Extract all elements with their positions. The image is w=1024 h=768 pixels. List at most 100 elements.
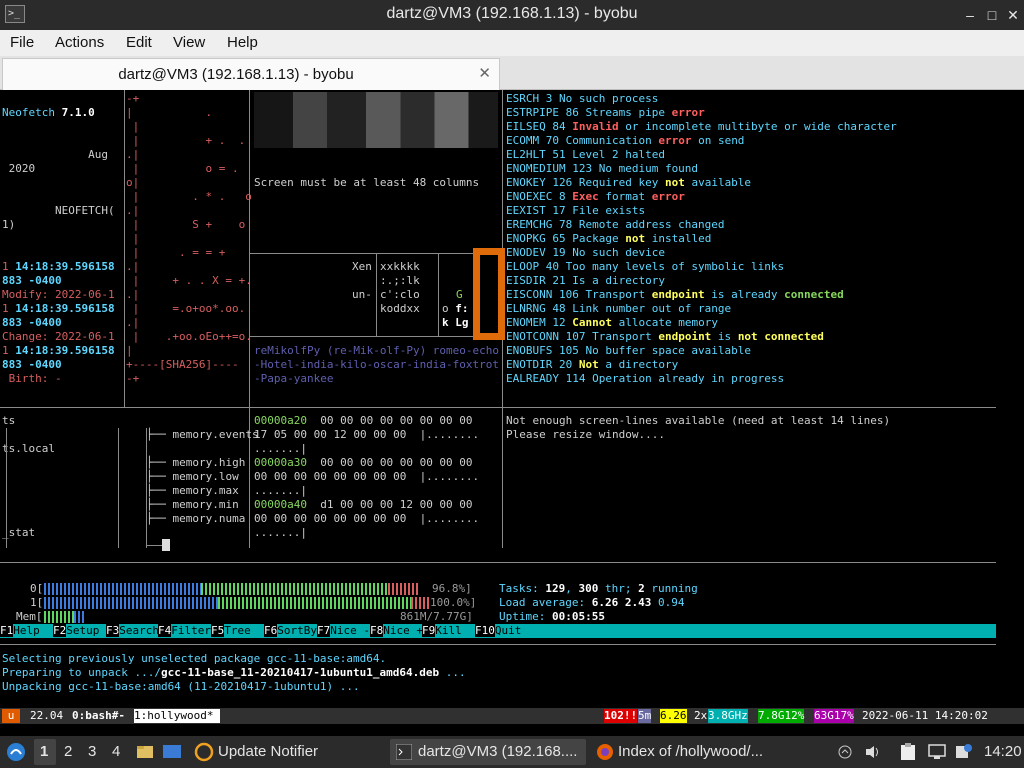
errno-keyword: error (658, 134, 692, 147)
errno-line: ENOPKG 65 Package not installed (506, 232, 712, 245)
mini-value: :.;:lk (380, 274, 420, 287)
errno-line: EILSEQ 84 Invalid or incomplete multibyt… (506, 120, 897, 133)
fkey-f8[interactable]: F8Nice + (370, 624, 423, 638)
apt-output-line: Preparing to unpack .../gcc-11-base_11-2… (2, 666, 466, 679)
date-time: 2022-06-11 14:20:02 (862, 709, 988, 722)
updates-badge: 102!! (604, 709, 638, 723)
errno-keyword: not (664, 176, 685, 189)
workspace-4[interactable]: 4 (112, 736, 120, 768)
mini-value: xxkkkk (380, 260, 420, 273)
apt-output-line: Selecting previously unselected package … (2, 652, 387, 665)
cpu1-label: 1[ (30, 596, 44, 609)
fkey-key: F2 (53, 624, 67, 637)
pane-divider (249, 90, 250, 548)
workspace-3[interactable]: 3 (88, 736, 96, 768)
screen-width-warning: Screen must be at least 48 columns (254, 176, 480, 189)
cores-label: 2x (694, 709, 708, 722)
fkey-f6[interactable]: F6SortBy (264, 624, 317, 638)
stat-line: 883 -0400 (2, 358, 62, 371)
clipboard-icon[interactable] (900, 736, 916, 768)
errno-line: EL2HLT 51 Level 2 halted (506, 148, 665, 161)
cpu1-meter (44, 597, 430, 609)
taskbar: 1 2 3 4 Update Notifier dartz@VM3 (192.1… (0, 736, 1024, 768)
fkey-f4[interactable]: F4Filter (158, 624, 211, 638)
hex-bytes: 17 05 00 00 12 00 00 00 |........ (254, 428, 480, 441)
stat-line: Aug (2, 148, 108, 161)
mini-value: koddxx (380, 302, 420, 315)
errno-line: EISDIR 21 Is a directory (506, 274, 665, 287)
ssh-art-line: o| (126, 176, 140, 189)
fkey-f10[interactable]: F10Quit (475, 624, 521, 638)
terminal-task-label[interactable]: dartz@VM3 (192.168.... (418, 736, 577, 768)
window-0-tab[interactable]: 0:bash#- (72, 709, 125, 723)
window-1-tab[interactable]: 1:hollywood* (134, 709, 220, 723)
menu-edit[interactable]: Edit (126, 34, 152, 51)
file-manager-icon[interactable] (136, 736, 154, 768)
tab-close-icon[interactable]: ✕ (478, 64, 491, 82)
menu-bar: File Actions Edit View Help (0, 30, 1024, 56)
stat-birth-line: Birth: - (2, 372, 62, 385)
fkey-label: Tree (224, 624, 264, 637)
update-status-icon[interactable] (956, 736, 972, 768)
tree-entry: ├── memory.min (146, 498, 239, 512)
errno-line: ENOEXEC 8 Exec format error (506, 190, 685, 203)
errno-keyword: not (737, 330, 758, 343)
pane-divider (0, 562, 996, 563)
network-icon[interactable] (928, 736, 946, 768)
tray-arrow-icon[interactable] (838, 736, 852, 768)
maximize-button[interactable]: □ (982, 5, 1002, 25)
workspace-2[interactable]: 2 (64, 736, 72, 768)
tab-bar: dartz@VM3 (192.168.1.13) - byobu ✕ (0, 56, 1024, 90)
tree-entry-label: memory.max (172, 484, 239, 497)
stat-line: 1 14:18:39.596158 (2, 260, 115, 273)
ssh-art-line: | (126, 344, 133, 357)
hex-line: .......| (254, 484, 307, 498)
tree-entry: ├── memory.numa (146, 512, 245, 526)
errno-line: ECOMM 70 Communication error on send (506, 134, 745, 147)
fkey-f2[interactable]: F2Setup (53, 624, 106, 638)
menu-view[interactable]: View (173, 34, 205, 51)
fkey-f1[interactable]: F1Help (0, 624, 53, 638)
mini-right: G (456, 288, 463, 301)
disk-usage-badge: 63G17% (814, 709, 854, 723)
minimize-button[interactable]: – (960, 5, 980, 25)
start-menu-icon[interactable] (6, 736, 26, 768)
workspace-1-label[interactable]: 1 (40, 736, 48, 768)
hex-line: .......| (254, 526, 307, 540)
fkey-label: Filter (171, 624, 211, 637)
ssh-art-line: | . = = + (126, 246, 226, 259)
terminal-tab[interactable]: dartz@VM3 (192.168.1.13) - byobu ✕ (2, 58, 500, 90)
tree-connector (146, 545, 162, 546)
fkey-f9[interactable]: F9Kill (422, 624, 475, 638)
terminal-area[interactable]: Neofetch 7.1.0 Aug 2020 NEOFETCH( 1) 1 1… (0, 90, 1024, 734)
menu-actions[interactable]: Actions (55, 34, 104, 51)
menu-help[interactable]: Help (227, 34, 258, 51)
fkey-f3[interactable]: F3Search (106, 624, 159, 638)
errno-keyword: endpoint (658, 330, 712, 343)
hex-line: .......| (254, 442, 307, 456)
hex-address: 00000a30 (254, 456, 307, 469)
menu-file[interactable]: File (10, 34, 34, 51)
mini-text: un- (352, 288, 372, 301)
mini-value: c':clo (380, 288, 420, 301)
tree-entry-label: memory.low (172, 470, 239, 483)
desktop-icon[interactable] (162, 736, 182, 768)
uptime-line: Uptime: 00:05:55 (499, 610, 605, 623)
phonetic-password: reMikolfPy (re-Mik-olf-Py) romeo-echo-Ho… (254, 344, 500, 385)
ssh-art-line: .| (126, 260, 140, 273)
clock[interactable]: 14:20 (984, 736, 1022, 768)
neofetch-version-line: Neofetch 7.1.0 (2, 106, 95, 119)
fkey-f7[interactable]: F7Nice - (317, 624, 370, 638)
fkey-key: F6 (264, 624, 278, 637)
close-window-button[interactable]: ✕ (1003, 5, 1023, 25)
memory-usage-badge: 7.8G12% (758, 709, 805, 723)
tree-branch: ├── (146, 498, 173, 511)
hex-address: 00000a20 (254, 414, 307, 427)
firefox-task-label[interactable]: Index of /hollywood/... (618, 736, 763, 768)
update-notifier-task[interactable]: Update Notifier (218, 736, 318, 768)
ssh-art-line: | o = . (126, 162, 239, 175)
volume-icon[interactable] (864, 736, 882, 768)
errno-line: EEXIST 17 File exists (506, 204, 646, 217)
update-notifier-icon[interactable] (194, 736, 214, 768)
fkey-f5[interactable]: F5Tree (211, 624, 264, 638)
